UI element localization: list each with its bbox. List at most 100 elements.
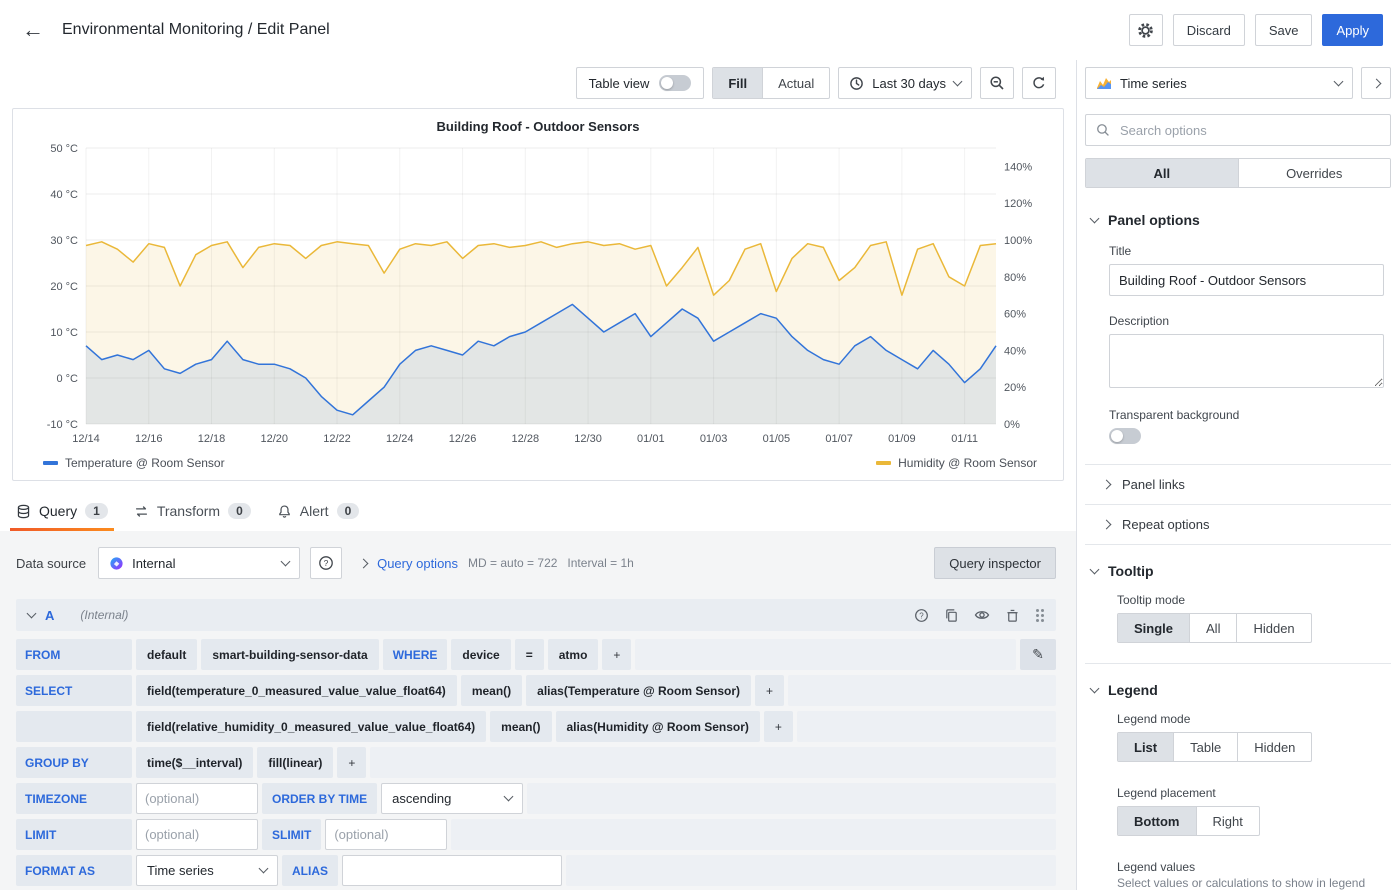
legend-swatch-humidity: [876, 461, 891, 465]
svg-text:?: ?: [324, 558, 329, 568]
svg-text:-10 °C: -10 °C: [47, 419, 78, 431]
group-by-keyword[interactable]: GROUP BY: [16, 747, 132, 778]
table-view-toggle[interactable]: [659, 75, 691, 91]
select-row-2: field(relative_humidity_0_measured_value…: [16, 711, 1056, 742]
legend-hidden-option[interactable]: Hidden: [1237, 733, 1311, 761]
select-alias-segment[interactable]: alias(Humidity @ Room Sensor): [556, 711, 760, 742]
from-keyword[interactable]: FROM: [16, 639, 132, 670]
from-measurement-segment[interactable]: smart-building-sensor-data: [201, 639, 378, 670]
datasource-help-button[interactable]: ?: [310, 547, 342, 579]
legend-section-header[interactable]: Legend: [1085, 664, 1391, 708]
time-series-chart[interactable]: 12/1412/1612/1812/2012/2212/2412/2612/28…: [30, 136, 1046, 454]
order-by-select[interactable]: ascending: [381, 783, 523, 814]
where-operator-segment[interactable]: =: [515, 639, 544, 670]
panel-settings-button[interactable]: [1129, 14, 1163, 46]
tooltip-hidden-option[interactable]: Hidden: [1236, 614, 1310, 642]
alias-input[interactable]: [342, 855, 562, 886]
panel-title-input[interactable]: [1109, 264, 1384, 296]
tooltip-all-option[interactable]: All: [1189, 614, 1236, 642]
repeat-options-section[interactable]: Repeat options: [1085, 504, 1391, 544]
eye-icon: [974, 607, 990, 623]
tab-alert[interactable]: Alert 0: [277, 491, 359, 531]
format-as-select[interactable]: Time series: [136, 855, 278, 886]
zoom-out-button[interactable]: [980, 67, 1014, 99]
where-add-segment[interactable]: +: [602, 639, 631, 670]
svg-text:01/05: 01/05: [763, 433, 791, 445]
legend-swatch-temperature: [43, 461, 58, 465]
query-inspector-button[interactable]: Query inspector: [934, 547, 1056, 579]
transparent-bg-toggle[interactable]: [1109, 428, 1141, 444]
tooltip-mode-segment: Single All Hidden: [1117, 613, 1312, 643]
select-field-segment[interactable]: field(temperature_0_measured_value_value…: [136, 675, 457, 706]
fill-option[interactable]: Fill: [713, 68, 762, 98]
drag-dots-icon: [1036, 609, 1039, 612]
legend-item-temperature[interactable]: Temperature @ Room Sensor: [43, 456, 225, 470]
query-help-button[interactable]: ?: [914, 608, 929, 623]
select-keyword[interactable]: SELECT: [16, 675, 132, 706]
query-options-link[interactable]: Query options: [377, 556, 458, 571]
where-field-segment[interactable]: device: [451, 639, 510, 670]
group-by-add-segment[interactable]: +: [337, 747, 366, 778]
apply-button[interactable]: Apply: [1322, 14, 1383, 46]
panel-options-section-header[interactable]: Panel options: [1077, 188, 1399, 240]
collapse-query-icon[interactable]: [27, 608, 37, 618]
tab-query[interactable]: Query 1: [16, 491, 108, 531]
group-by-row: GROUP BY time($__interval) fill(linear) …: [16, 747, 1056, 778]
chevron-down-icon: [953, 76, 963, 86]
slimit-input[interactable]: [325, 819, 447, 850]
panel-description-textarea[interactable]: [1109, 334, 1384, 388]
max-data-points-text: MD = auto = 722: [468, 556, 557, 570]
save-button[interactable]: Save: [1255, 14, 1313, 46]
select-add-segment[interactable]: +: [764, 711, 793, 742]
duplicate-query-button[interactable]: [944, 608, 959, 623]
tab-all-options[interactable]: All: [1086, 159, 1238, 187]
legend-table-option[interactable]: Table: [1173, 733, 1237, 761]
visualization-value: Time series: [1120, 76, 1327, 91]
actual-option[interactable]: Actual: [762, 68, 829, 98]
datasource-select[interactable]: Internal: [98, 547, 300, 579]
options-search-input[interactable]: [1118, 122, 1380, 139]
svg-text:120%: 120%: [1004, 198, 1032, 210]
where-value-segment[interactable]: atmo: [548, 639, 599, 670]
from-policy-segment[interactable]: default: [136, 639, 197, 670]
table-view-label: Table view: [589, 76, 650, 91]
back-arrow-icon[interactable]: ←: [22, 17, 44, 43]
tab-overrides[interactable]: Overrides: [1238, 159, 1391, 187]
where-keyword[interactable]: WHERE: [383, 639, 448, 670]
chevron-right-icon: [1371, 78, 1381, 88]
tooltip-section-header[interactable]: Tooltip: [1085, 545, 1391, 589]
tab-transform[interactable]: Transform 0: [134, 491, 251, 531]
limit-input[interactable]: [136, 819, 258, 850]
select-alias-segment[interactable]: alias(Temperature @ Room Sensor): [526, 675, 751, 706]
alias-keyword: ALIAS: [282, 855, 338, 886]
tooltip-single-option[interactable]: Single: [1118, 614, 1189, 642]
hide-response-button[interactable]: [974, 607, 990, 623]
svg-text:0%: 0%: [1004, 419, 1020, 431]
panel-links-section[interactable]: Panel links: [1085, 464, 1391, 504]
group-by-fill-segment[interactable]: fill(linear): [257, 747, 333, 778]
collapse-options-button[interactable]: [1361, 67, 1391, 99]
select-field-segment[interactable]: field(relative_humidity_0_measured_value…: [136, 711, 486, 742]
time-range-picker[interactable]: Last 30 days: [838, 67, 972, 99]
row-filler: [527, 783, 1056, 814]
legend-item-humidity[interactable]: Humidity @ Room Sensor: [876, 456, 1037, 470]
group-by-time-segment[interactable]: time($__interval): [136, 747, 253, 778]
legend-list-option[interactable]: List: [1118, 733, 1173, 761]
legend-bottom-option[interactable]: Bottom: [1118, 807, 1196, 835]
svg-text:40%: 40%: [1004, 345, 1026, 357]
row-filler: [370, 747, 1056, 778]
select-agg-segment[interactable]: mean(): [461, 675, 522, 706]
drag-handle[interactable]: [1035, 614, 1044, 617]
select-add-segment[interactable]: +: [755, 675, 784, 706]
refresh-button[interactable]: [1022, 67, 1056, 99]
query-ref-id[interactable]: A: [45, 608, 54, 623]
discard-button[interactable]: Discard: [1173, 14, 1245, 46]
timezone-input[interactable]: [136, 783, 258, 814]
select-agg-segment[interactable]: mean(): [490, 711, 551, 742]
legend-right-option[interactable]: Right: [1196, 807, 1259, 835]
edit-query-button[interactable]: ✎: [1020, 639, 1056, 670]
remove-query-button[interactable]: [1005, 608, 1020, 623]
chevron-right-icon[interactable]: [359, 558, 369, 568]
visualization-select[interactable]: Time series: [1085, 67, 1353, 99]
svg-text:20%: 20%: [1004, 382, 1026, 394]
